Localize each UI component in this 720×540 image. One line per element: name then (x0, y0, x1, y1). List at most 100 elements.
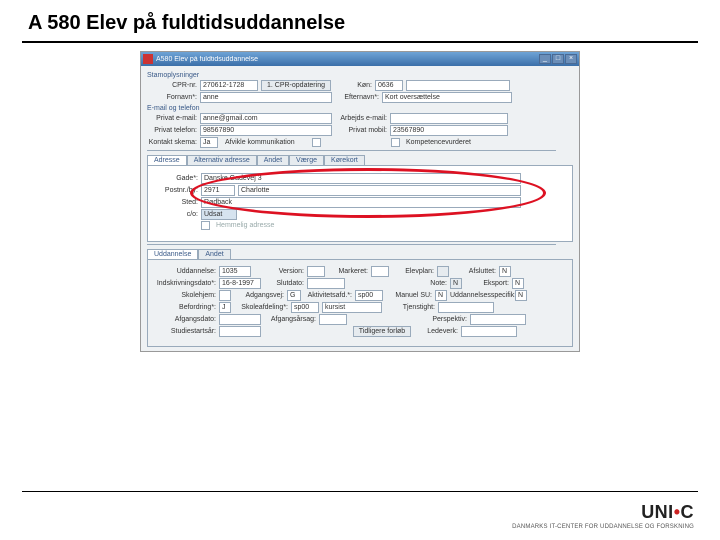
fornavn-input[interactable]: anne (200, 92, 332, 103)
privtlf-input[interactable]: 98567890 (200, 125, 332, 136)
brand-logo: UNI•C (512, 502, 694, 523)
adg-label: Adgangsvej: (234, 292, 284, 299)
udd-label: Uddannelse: (154, 268, 216, 275)
mark-label: Markeret: (328, 268, 368, 275)
ledeverk-label: Ledeverk: (414, 328, 458, 335)
skhj-label: Skolehjem: (154, 292, 216, 299)
stud-input[interactable] (219, 326, 261, 337)
address-tab-body: Gade*: Danske Gadevej 3 Postnr./by: 2971… (147, 165, 573, 242)
manual-input[interactable]: N (435, 290, 447, 301)
hem-checkbox[interactable] (201, 221, 210, 230)
slut-input[interactable] (307, 278, 345, 289)
footer: UNI•C DANMARKS IT-CENTER FOR UDDANNELSE … (512, 502, 694, 530)
brand-uni: UNI (641, 502, 674, 522)
kontakt-input[interactable]: Ja (200, 137, 218, 148)
adg-input[interactable]: G (287, 290, 301, 301)
tjenst-input[interactable] (438, 302, 494, 313)
window-title: A580 Elev på fuldtidsuddannelse (156, 56, 539, 63)
udd-input[interactable]: 1035 (219, 266, 251, 277)
aktiv-label: Aktivitetsafd.*: (304, 292, 352, 299)
close-button[interactable]: × (565, 54, 577, 64)
cpr-input[interactable]: 270612-1728 (200, 80, 258, 91)
afv-checkbox[interactable] (312, 138, 321, 147)
kontakt-label: Kontakt skema: (147, 139, 197, 146)
sted-label: Sted: (152, 199, 198, 206)
postnr-label: Postnr./by: (152, 187, 198, 194)
cpr-label: CPR-nr. (147, 82, 197, 89)
ver-input[interactable] (307, 266, 325, 277)
ele-input[interactable]: N (512, 278, 524, 289)
skoleafd-input[interactable]: sp00 (291, 302, 319, 313)
manual-label: Manuel SU: (386, 292, 432, 299)
note-input[interactable]: N (450, 278, 462, 289)
skolespec-input[interactable]: N (515, 290, 527, 301)
tab-adresse[interactable]: Adresse (147, 155, 187, 165)
bef-input[interactable]: J (219, 302, 231, 313)
slut-label: Slutdato: (264, 280, 304, 287)
afsl-input[interactable]: N (499, 266, 511, 277)
hem-label: Hemmelig adresse (213, 222, 274, 229)
perspektiv-label: Perspektiv: (417, 316, 467, 323)
slide-title: A 580 Elev på fuldtidsuddannelse (0, 0, 720, 41)
elevplan-label: Elevplan: (392, 268, 434, 275)
sted-input[interactable]: Rødback (201, 197, 521, 208)
privatmail-input[interactable]: anne@gmail.com (200, 113, 332, 124)
ledeverk-input[interactable] (461, 326, 517, 337)
ind-label: Indskrivningsdato*: (154, 280, 216, 287)
privatmail-label: Privat e-mail: (147, 115, 197, 122)
arbmail-input[interactable] (390, 113, 508, 124)
titlebar: A580 Elev på fuldtidsuddannelse _ □ × (141, 52, 579, 66)
window-buttons: _ □ × (539, 54, 577, 64)
komp-label: Kompetencevurderet (403, 139, 471, 146)
maximize-button[interactable]: □ (552, 54, 564, 64)
address-tabs: Adresse Alternativ adresse Andet Værge K… (147, 155, 573, 165)
tab-andet[interactable]: Andet (257, 155, 289, 165)
tab-korekort[interactable]: Kørekort (324, 155, 365, 165)
app-window: A580 Elev på fuldtidsuddannelse _ □ × St… (140, 51, 580, 352)
tab-vaerge[interactable]: Værge (289, 155, 324, 165)
cpr-update-button[interactable]: 1. CPR-opdatering (261, 80, 331, 91)
mark-input[interactable] (371, 266, 389, 277)
aktiv-input[interactable]: sp00 (355, 290, 383, 301)
afgaars-input[interactable] (319, 314, 347, 325)
afsl-label: Afsluttet: (452, 268, 496, 275)
elevplan-input[interactable] (437, 266, 449, 277)
skhj-input[interactable] (219, 290, 231, 301)
by-input[interactable]: Charlotte (238, 185, 521, 196)
divider-2 (147, 244, 556, 245)
fornavn-label: Fornavn*: (147, 94, 197, 101)
tidl-button[interactable]: Tidligere forløb (353, 326, 411, 337)
komp-checkbox[interactable] (391, 138, 400, 147)
privmob-input[interactable]: 23567890 (390, 125, 508, 136)
tab-udd-andet[interactable]: Andet (198, 249, 230, 259)
privtlf-label: Privat telefon: (147, 127, 197, 134)
co-input[interactable]: Udsat (201, 209, 237, 220)
stud-label: Studiestartsår: (154, 328, 216, 335)
gade-input[interactable]: Danske Gadevej 3 (201, 173, 521, 184)
minimize-button[interactable]: _ (539, 54, 551, 64)
tjenst-label: Tjenstight: (385, 304, 435, 311)
afg-label: Afgangsdato: (154, 316, 216, 323)
perspektiv-input[interactable] (470, 314, 526, 325)
kon-input[interactable]: 0636 (375, 80, 403, 91)
kursist-input[interactable]: kursist (322, 302, 382, 313)
kon-text[interactable] (406, 80, 510, 91)
postnr-input[interactable]: 2971 (201, 185, 235, 196)
skolespec-label: Uddannelsesspecifik: (450, 292, 512, 299)
efternavn-input[interactable]: Kort oversættelse (382, 92, 512, 103)
arbmail-label: Arbejds e-mail: (335, 115, 387, 122)
afg-input[interactable] (219, 314, 261, 325)
footer-rule (22, 491, 698, 492)
note-label: Note: (413, 280, 447, 287)
ver-label: Version: (254, 268, 304, 275)
co-label: c/o: (152, 211, 198, 218)
mail-group-label: E-mail og telefon (147, 105, 573, 112)
ind-input[interactable]: 16-8-1997 (219, 278, 261, 289)
udd-tab-body: Uddannelse: 1035 Version: Markeret: Elev… (147, 259, 573, 347)
brand-subtitle: DANMARKS IT-CENTER FOR UDDANNELSE OG FOR… (512, 524, 694, 530)
stam-panel: Stamoplysninger CPR-nr. 270612-1728 1. C… (141, 66, 579, 351)
brand-c: C (681, 502, 695, 522)
tab-alt-adresse[interactable]: Alternativ adresse (187, 155, 257, 165)
gade-label: Gade*: (152, 175, 198, 182)
tab-uddannelse[interactable]: Uddannelse (147, 249, 198, 259)
